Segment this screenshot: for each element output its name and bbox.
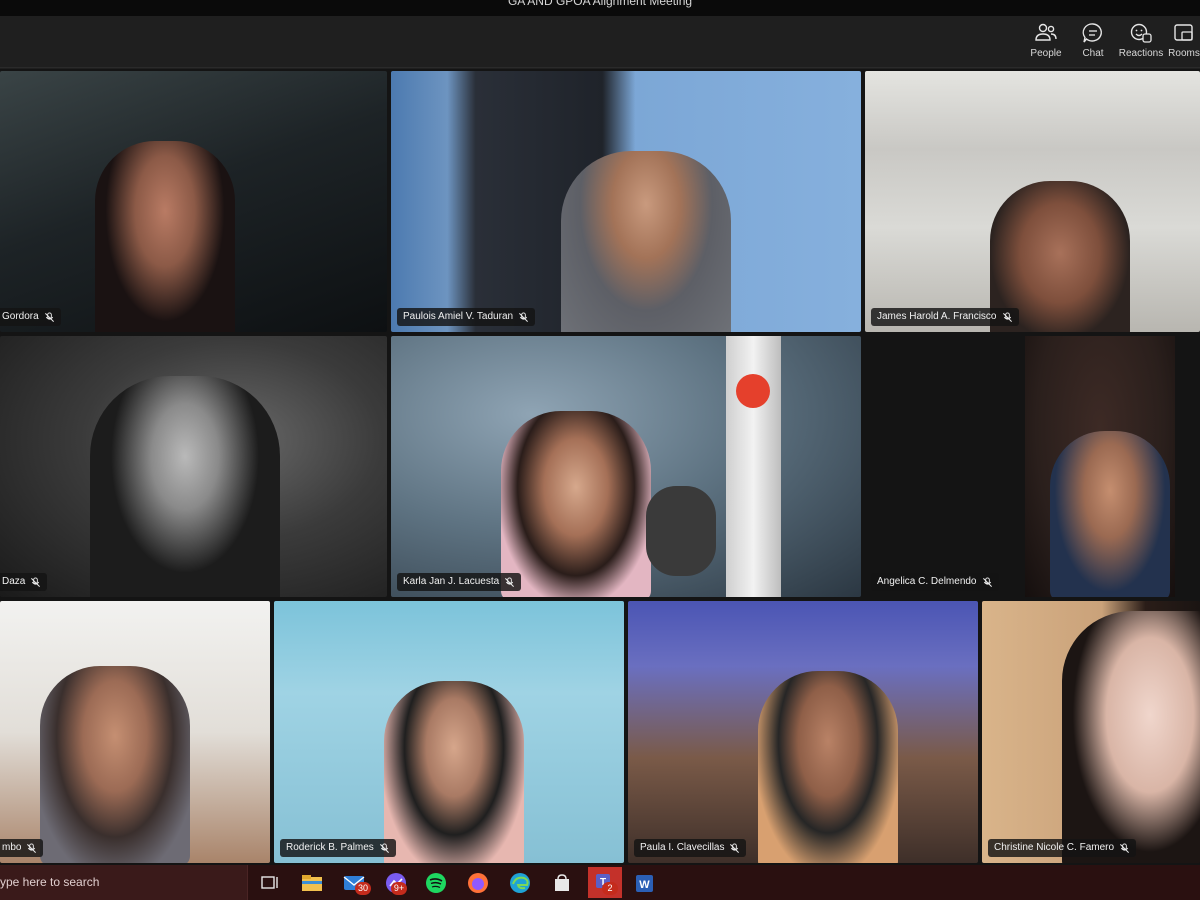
participant-name: mbo <box>2 842 22 853</box>
station-logo <box>736 374 770 408</box>
muted-mic-icon <box>519 311 529 322</box>
video-tile[interactable]: Karla Jan J. Lacuesta <box>391 336 861 597</box>
chat-label: Chat <box>1082 48 1104 59</box>
video-tile[interactable]: Paula I. Clavecillas <box>628 601 978 863</box>
title-bar: GA AND GPOA Alignment Meeting <box>0 0 1200 16</box>
muted-mic-icon <box>44 311 54 322</box>
participant-name: Christine Nicole C. Famero <box>994 842 1115 853</box>
participant-video <box>1062 611 1200 863</box>
studio-microphone <box>646 486 716 576</box>
video-tile[interactable]: Daza <box>0 336 387 597</box>
search-placeholder: ype here to search <box>0 875 100 889</box>
participant-video <box>95 141 235 332</box>
video-tile[interactable]: James Harold A. Francisco <box>865 71 1200 332</box>
participant-name: Gordora <box>2 311 39 322</box>
muted-mic-icon <box>505 576 515 587</box>
participant-name: Angelica C. Delmendo <box>877 576 977 587</box>
rooms-button[interactable]: Rooms <box>1164 22 1200 64</box>
reactions-label: Reactions <box>1118 48 1164 59</box>
participant-name-tag: Paulois Amiel V. Taduran <box>397 308 536 326</box>
participant-video <box>90 376 280 597</box>
participant-video <box>561 151 731 332</box>
participant-video <box>501 411 651 597</box>
muted-mic-icon <box>379 842 389 853</box>
participant-name: James Harold A. Francisco <box>877 311 997 322</box>
taskbar: ype here to search 30 9+ T 2 W <box>0 865 1200 900</box>
task-view-icon[interactable] <box>256 869 284 897</box>
file-explorer-icon[interactable] <box>298 869 326 897</box>
teams-badge: 2 <box>602 882 618 895</box>
meeting-toolbar: People Chat Reactions Rooms <box>0 16 1200 68</box>
video-tile[interactable]: mbo <box>0 601 270 863</box>
participant-name: Paulois Amiel V. Taduran <box>403 311 514 322</box>
mail-badge: 30 <box>355 882 371 895</box>
muted-mic-icon <box>1002 311 1012 322</box>
participant-name-tag: Karla Jan J. Lacuesta <box>397 573 522 591</box>
people-button[interactable]: People <box>1021 22 1071 64</box>
spotify-icon[interactable] <box>422 869 450 897</box>
search-box[interactable]: ype here to search <box>0 865 248 900</box>
video-tile[interactable]: Christine Nicole C. Famero <box>982 601 1200 863</box>
participant-name-tag: Daza <box>0 573 48 591</box>
participant-video <box>40 666 190 863</box>
participant-name: Roderick B. Palmes <box>286 842 374 853</box>
muted-mic-icon <box>982 576 992 587</box>
participant-name-tag: Paula I. Clavecillas <box>634 839 747 857</box>
participant-name-tag: Roderick B. Palmes <box>280 839 396 857</box>
muted-mic-icon <box>1120 842 1130 853</box>
participant-name-tag: Angelica C. Delmendo <box>871 573 999 591</box>
muted-mic-icon <box>730 842 740 853</box>
video-tile[interactable]: Gordora <box>0 71 387 332</box>
video-tile[interactable]: Angelica C. Delmendo <box>865 336 1200 597</box>
messenger-badge: 9+ <box>391 882 407 895</box>
participant-name-tag: Christine Nicole C. Famero <box>988 839 1137 857</box>
rooms-label: Rooms <box>1168 48 1200 59</box>
participant-name-tag: James Harold A. Francisco <box>871 308 1019 326</box>
chat-icon <box>1082 23 1102 43</box>
store-icon[interactable] <box>548 869 576 897</box>
participant-name-tag: mbo <box>0 839 44 857</box>
participant-name: Karla Jan J. Lacuesta <box>403 576 500 587</box>
participant-video <box>758 671 898 863</box>
muted-mic-icon <box>31 576 41 587</box>
participant-video <box>384 681 524 863</box>
rooms-icon <box>1174 24 1193 41</box>
participant-name-tag: Gordora <box>0 308 61 326</box>
firefox-icon[interactable] <box>464 869 492 897</box>
video-tile[interactable]: Paulois Amiel V. Taduran <box>391 71 861 332</box>
participant-video-face <box>1050 431 1170 597</box>
participant-name: Paula I. Clavecillas <box>640 842 725 853</box>
reactions-button[interactable]: Reactions <box>1116 22 1166 64</box>
svg-text:W: W <box>639 879 650 891</box>
edge-icon[interactable] <box>506 869 534 897</box>
people-icon <box>1035 23 1057 41</box>
meeting-title: GA AND GPOA Alignment Meeting <box>507 0 693 8</box>
muted-mic-icon <box>27 842 37 853</box>
participant-name: Daza <box>2 576 26 587</box>
chat-button[interactable]: Chat <box>1068 22 1118 64</box>
word-icon[interactable]: W <box>630 869 658 897</box>
video-gallery: Gordora Paulois Amiel V. Taduran James H… <box>0 69 1200 865</box>
people-label: People <box>1030 48 1062 59</box>
video-tile[interactable]: Roderick B. Palmes <box>274 601 624 863</box>
reactions-icon <box>1130 23 1152 43</box>
